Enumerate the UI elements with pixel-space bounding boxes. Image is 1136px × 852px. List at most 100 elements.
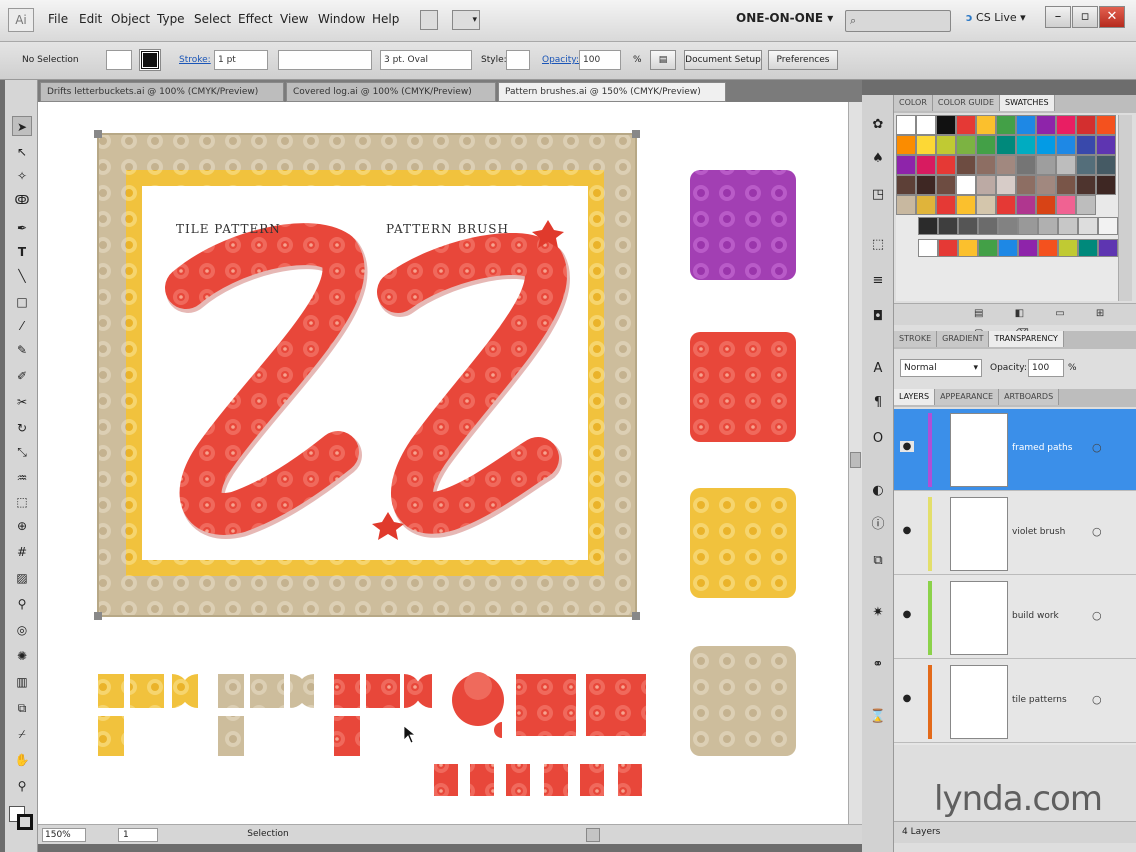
color-swatch[interactable] bbox=[1078, 217, 1098, 235]
color-swatch[interactable] bbox=[1096, 175, 1116, 195]
fill-swatch[interactable] bbox=[106, 50, 132, 70]
character-panel-icon[interactable]: A bbox=[868, 359, 888, 379]
color-swatch[interactable] bbox=[1058, 217, 1078, 235]
layer-name[interactable]: framed paths bbox=[1012, 443, 1072, 453]
color-swatch[interactable] bbox=[976, 175, 996, 195]
transform-panel-icon[interactable]: ≡ bbox=[868, 271, 888, 291]
color-swatch[interactable] bbox=[1096, 155, 1116, 175]
color-swatch[interactable] bbox=[1016, 175, 1036, 195]
tab-appearance[interactable]: APPEARANCE bbox=[935, 389, 1000, 405]
tab-color[interactable]: COLOR bbox=[894, 95, 933, 111]
menu-file[interactable]: File bbox=[48, 12, 68, 26]
tab-artboards[interactable]: ARTBOARDS bbox=[999, 389, 1060, 405]
brush-definition-field[interactable]: 3 pt. Oval bbox=[380, 50, 472, 70]
visibility-eye-icon[interactable]: ● bbox=[900, 609, 914, 620]
color-swatch[interactable] bbox=[976, 135, 996, 155]
color-swatch[interactable] bbox=[958, 239, 978, 257]
color-swatch[interactable] bbox=[1038, 239, 1058, 257]
horizontal-scroll-thumb[interactable] bbox=[586, 828, 600, 842]
navigator-panel-icon[interactable]: ✷ bbox=[868, 603, 888, 623]
color-swatch[interactable] bbox=[936, 195, 956, 215]
color-swatch[interactable] bbox=[978, 239, 998, 257]
color-swatch[interactable] bbox=[1056, 175, 1076, 195]
links-panel-icon[interactable]: ⧉ bbox=[868, 551, 888, 571]
paragraph-panel-icon[interactable]: ¶ bbox=[868, 393, 888, 413]
color-swatch[interactable] bbox=[998, 239, 1018, 257]
stroke-label[interactable]: Stroke: bbox=[179, 55, 211, 65]
type-tool-icon[interactable]: T bbox=[12, 242, 32, 262]
gold-pattern-tile[interactable] bbox=[690, 488, 796, 598]
color-swatch[interactable] bbox=[956, 135, 976, 155]
color-swatch[interactable] bbox=[1016, 135, 1036, 155]
style-picker[interactable] bbox=[506, 50, 530, 70]
color-swatch[interactable] bbox=[998, 217, 1018, 235]
variable-width-field[interactable] bbox=[278, 50, 372, 70]
opacity-field[interactable]: 100 bbox=[579, 50, 621, 70]
color-panel-icon[interactable]: ◐ bbox=[868, 481, 888, 501]
red-pattern-tile[interactable] bbox=[690, 332, 796, 442]
tab-layers[interactable]: LAYERS bbox=[894, 389, 936, 405]
framed-artwork[interactable] bbox=[94, 130, 640, 620]
color-swatch[interactable] bbox=[936, 115, 956, 135]
scissors-tool-icon[interactable]: ✂ bbox=[12, 392, 32, 412]
color-swatch[interactable] bbox=[918, 217, 938, 235]
pen-tool-icon[interactable]: ✒ bbox=[12, 218, 32, 238]
symbols-panel-icon[interactable]: ♠ bbox=[868, 149, 888, 169]
swatch-grid[interactable] bbox=[896, 115, 1118, 301]
layer-target-icon[interactable]: ○ bbox=[1092, 525, 1102, 538]
color-swatch[interactable] bbox=[956, 115, 976, 135]
color-swatch[interactable] bbox=[996, 115, 1016, 135]
color-swatch[interactable] bbox=[1036, 155, 1056, 175]
color-swatch[interactable] bbox=[1056, 135, 1076, 155]
color-swatch[interactable] bbox=[916, 155, 936, 175]
layer-name[interactable]: build work bbox=[1012, 611, 1059, 621]
artboard-canvas[interactable]: TILE PATTERN PATTERN BRUSH bbox=[38, 102, 848, 824]
menu-effect[interactable]: Effect bbox=[238, 12, 273, 26]
layer-target-icon[interactable]: ○ bbox=[1092, 609, 1102, 622]
blob-brush-tool-icon[interactable]: ✐ bbox=[12, 366, 32, 386]
color-swatch[interactable] bbox=[936, 175, 956, 195]
free-transform-tool-icon[interactable]: ⬚ bbox=[12, 492, 32, 512]
color-swatch[interactable] bbox=[996, 155, 1016, 175]
color-swatch[interactable] bbox=[1016, 155, 1036, 175]
menu-object[interactable]: Object bbox=[111, 12, 150, 26]
color-swatch[interactable] bbox=[996, 135, 1016, 155]
hand-tool-icon[interactable]: ✋ bbox=[12, 750, 32, 770]
artboard-number-field[interactable]: 1 bbox=[118, 828, 158, 842]
color-swatch[interactable] bbox=[1096, 135, 1116, 155]
color-swatch[interactable] bbox=[938, 217, 958, 235]
tab-doc-1[interactable]: Drifts letterbuckets.ai @ 100% (CMYK/Pre… bbox=[40, 82, 284, 102]
visibility-eye-icon[interactable]: ● bbox=[900, 525, 914, 536]
search-input[interactable]: ⌕ bbox=[845, 10, 951, 32]
align-panel-icon[interactable]: ⬚ bbox=[868, 235, 888, 255]
workspace-switcher[interactable]: ONE-ON-ONE ▾ bbox=[736, 11, 833, 25]
color-swatch[interactable] bbox=[896, 115, 916, 135]
color-swatch[interactable] bbox=[1076, 175, 1096, 195]
color-swatch[interactable] bbox=[936, 135, 956, 155]
vertical-scroll-thumb[interactable] bbox=[850, 452, 861, 468]
color-swatch[interactable] bbox=[1056, 195, 1076, 215]
color-swatch[interactable] bbox=[1076, 135, 1096, 155]
menu-select[interactable]: Select bbox=[194, 12, 231, 26]
pathfinder-panel-icon[interactable]: ◘ bbox=[868, 307, 888, 327]
menu-view[interactable]: View bbox=[280, 12, 308, 26]
arrange-documents-icon[interactable]: ▾ bbox=[452, 10, 480, 30]
brush-tiles[interactable] bbox=[98, 672, 646, 796]
color-swatch[interactable] bbox=[1096, 115, 1116, 135]
stroke-weight-field[interactable]: 1 pt bbox=[214, 50, 268, 70]
menu-type[interactable]: Type bbox=[157, 12, 185, 26]
color-swatch[interactable] bbox=[976, 195, 996, 215]
color-swatch[interactable] bbox=[1098, 239, 1118, 257]
color-swatch[interactable] bbox=[1036, 195, 1056, 215]
tab-color-guide[interactable]: COLOR GUIDE bbox=[932, 95, 1001, 111]
menu-window[interactable]: Window bbox=[318, 12, 365, 26]
color-swatch[interactable] bbox=[1078, 239, 1098, 257]
layer-row[interactable]: ● build work ○ bbox=[894, 577, 1136, 659]
scale-tool-icon[interactable]: ⤡ bbox=[12, 442, 32, 462]
selection-tool-icon[interactable]: ➤ bbox=[12, 116, 32, 136]
slice-tool-icon[interactable]: ⌿ bbox=[12, 724, 32, 744]
color-swatch[interactable] bbox=[976, 115, 996, 135]
gradient-tool-icon[interactable]: ▨ bbox=[12, 568, 32, 588]
opentype-panel-icon[interactable]: O bbox=[868, 429, 888, 449]
tab-doc-3[interactable]: Pattern brushes.ai @ 150% (CMYK/Preview) bbox=[498, 82, 726, 102]
